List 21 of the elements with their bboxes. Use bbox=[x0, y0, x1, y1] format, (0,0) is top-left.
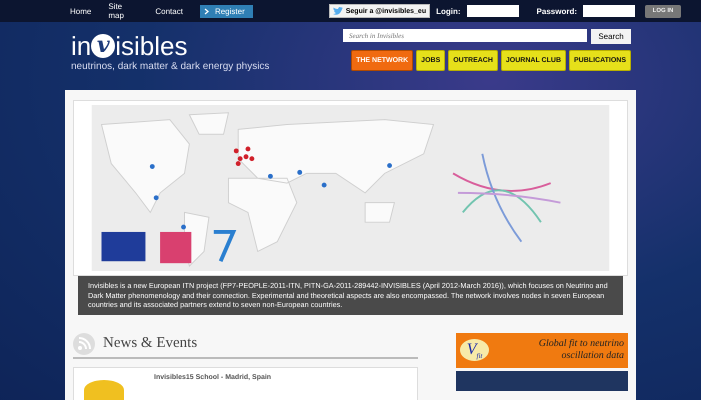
password-label: Password: bbox=[536, 6, 577, 16]
logo-mark: v bbox=[91, 34, 116, 58]
section-title: News & Events bbox=[103, 335, 198, 352]
login-field[interactable] bbox=[466, 5, 519, 17]
nav-link[interactable]: Contact bbox=[155, 6, 183, 16]
photo-placeholder bbox=[84, 380, 124, 400]
register-button[interactable]: Register bbox=[200, 4, 253, 18]
logo-text: isibles bbox=[115, 32, 188, 60]
password-field[interactable] bbox=[583, 5, 635, 17]
search-button[interactable]: Search bbox=[591, 29, 631, 44]
rss-icon bbox=[73, 332, 95, 354]
login-label: Login: bbox=[436, 6, 461, 16]
ad-banner[interactable]: V$_{fit}$ Global fit to neutrino oscillation data bbox=[456, 332, 628, 368]
nav-link[interactable]: Home bbox=[70, 6, 92, 16]
nav-link[interactable]: Site map bbox=[108, 2, 138, 20]
ad-logo: V$_{fit}$ bbox=[460, 339, 490, 361]
tagline: neutrinos, dark matter & dark energy physics bbox=[71, 61, 270, 72]
bird-icon bbox=[332, 6, 343, 16]
chevron-icon bbox=[204, 8, 209, 14]
logo-text: in bbox=[71, 32, 92, 60]
ad-text: Global fit to neutrino oscillation data bbox=[538, 338, 624, 362]
